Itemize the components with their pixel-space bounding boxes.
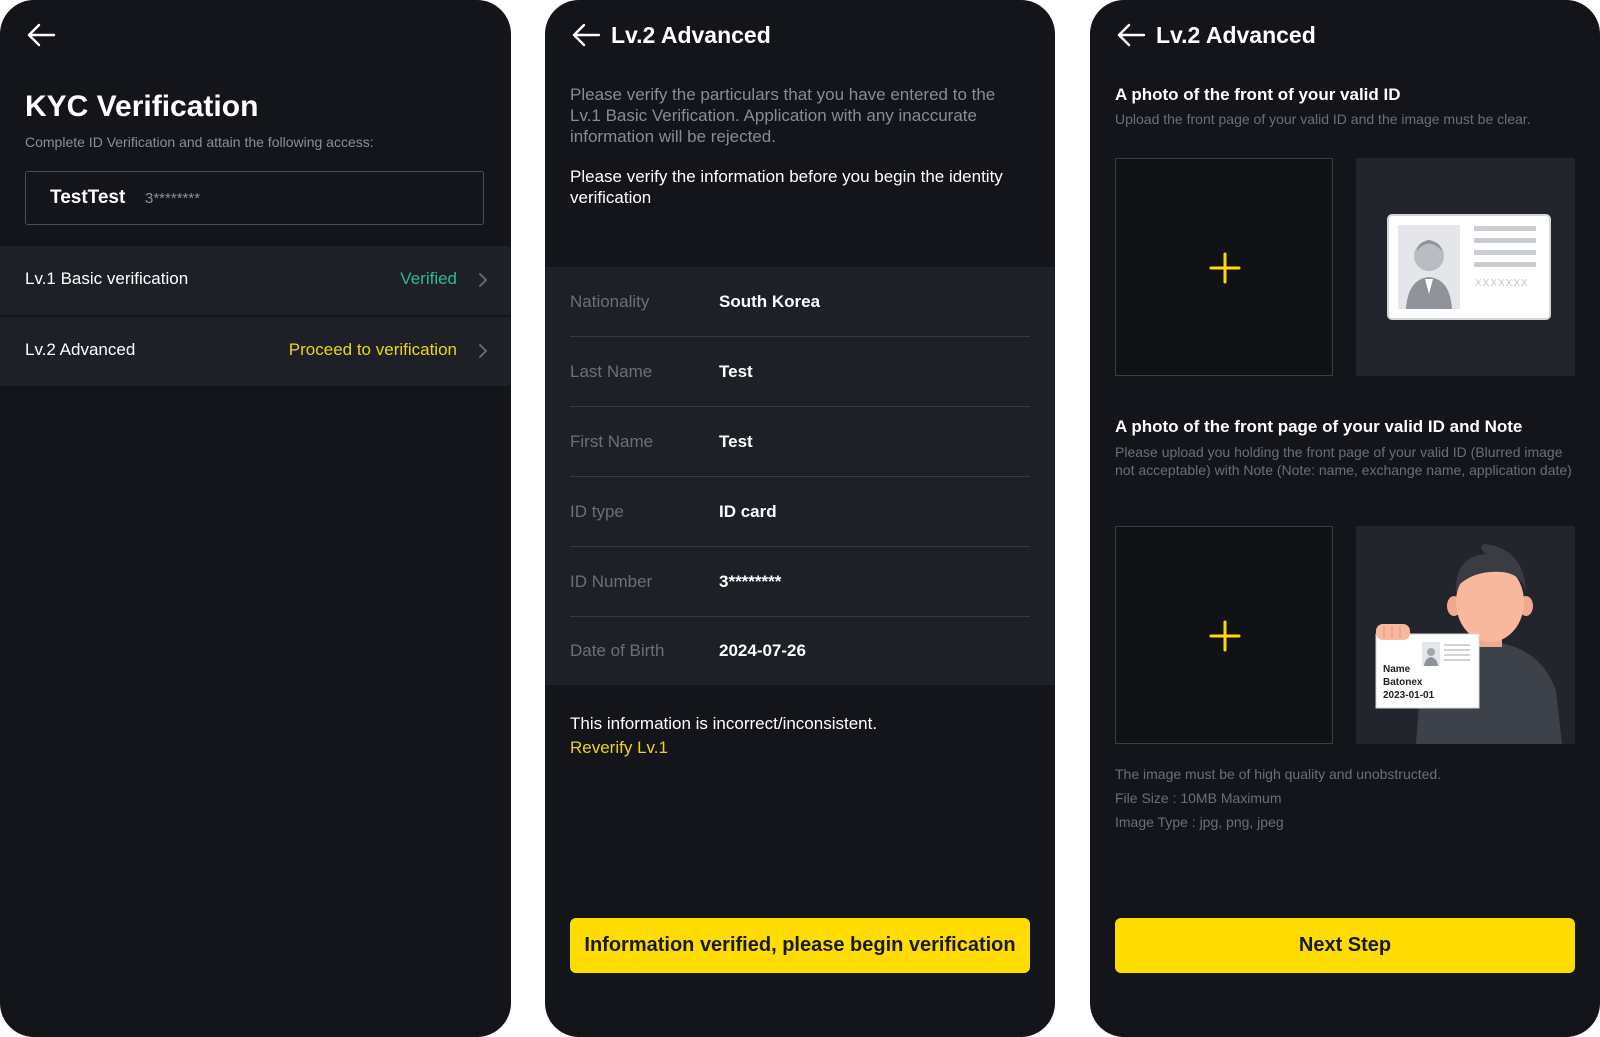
field-label: Nationality — [570, 292, 650, 311]
instruction-text: Please verify the information before you… — [570, 167, 1003, 207]
level2-status: Proceed to verification — [288, 340, 457, 359]
field-value: 3******** — [719, 572, 782, 591]
id-card-illustration: XXXXXXX — [1387, 214, 1551, 320]
upload-id-front-box[interactable] — [1115, 158, 1333, 376]
back-arrow-icon[interactable] — [571, 22, 601, 48]
person-holding-id-illustration: Name Batonex 2023-01-01 — [1375, 544, 1562, 744]
plus-icon — [1209, 620, 1241, 652]
level1-row[interactable]: Lv.1 Basic verification Verified — [0, 246, 511, 315]
kyc-screen: KYC Verification Complete ID Verificatio… — [0, 0, 511, 1037]
page-title: KYC Verification — [25, 90, 259, 123]
requirement-quality: The image must be of high quality and un… — [1115, 766, 1442, 782]
incorrect-info-text: This information is incorrect/inconsiste… — [570, 714, 878, 733]
chevron-right-icon — [479, 273, 488, 287]
field-value: ID card — [719, 502, 777, 521]
field-value: 2024-07-26 — [719, 641, 806, 660]
level1-status: Verified — [400, 269, 457, 288]
lv2-confirm-screen: Lv.2 Advanced Please verify the particul… — [545, 0, 1055, 1037]
back-arrow-icon[interactable] — [26, 22, 56, 48]
field-value: South Korea — [719, 292, 821, 311]
sample-id-number: XXXXXXX — [1475, 278, 1529, 289]
level2-label: Lv.2 Advanced — [25, 340, 136, 359]
back-arrow-icon[interactable] — [1116, 22, 1146, 48]
next-step-button[interactable]: Next Step — [1115, 918, 1575, 973]
info-row-nationality: Nationality South Korea — [570, 267, 1030, 337]
info-row-id-type: ID type ID card — [570, 477, 1030, 547]
field-label: Last Name — [570, 362, 653, 381]
section1-desc: Upload the front page of your valid ID a… — [1115, 111, 1531, 127]
info-row-date-of-birth: Date of Birth 2024-07-26 — [570, 616, 1030, 685]
field-value: Test — [719, 362, 753, 381]
section1-title: A photo of the front of your valid ID — [1115, 85, 1401, 104]
sample-id-image: XXXXXXX — [1356, 158, 1575, 376]
chevron-right-icon — [479, 344, 488, 358]
lv2-upload-screen: Lv.2 Advanced A photo of the front of yo… — [1090, 0, 1600, 1037]
page-subtitle: Complete ID Verification and attain the … — [25, 134, 374, 150]
field-label: ID type — [570, 502, 624, 521]
level1-label: Lv.1 Basic verification — [25, 269, 189, 288]
level2-row[interactable]: Lv.2 Advanced Proceed to verification — [0, 317, 511, 386]
upload-id-with-note-box[interactable] — [1115, 526, 1333, 744]
user-id-masked: 3******** — [145, 190, 201, 207]
info-row-first-name: First Name Test — [570, 407, 1030, 477]
info-panel: Nationality South Korea Last Name Test F… — [545, 267, 1055, 685]
user-name: TestTest — [50, 187, 126, 208]
sample-holding-id-image: Name Batonex 2023-01-01 — [1356, 526, 1575, 744]
note-date: 2023-01-01 — [1383, 690, 1435, 701]
plus-icon — [1209, 252, 1241, 284]
intro-text: Please verify the particulars that you h… — [570, 85, 996, 146]
page-title: Lv.2 Advanced — [611, 22, 771, 48]
begin-verification-button[interactable]: Information verified, please begin verif… — [570, 918, 1030, 973]
requirement-image-type: Image Type : jpg, png, jpeg — [1115, 814, 1284, 830]
info-row-last-name: Last Name Test — [570, 337, 1030, 407]
user-identity-box: TestTest 3******** — [25, 171, 484, 225]
field-label: Date of Birth — [570, 641, 665, 660]
page-title: Lv.2 Advanced — [1156, 22, 1316, 48]
note-name-label: Name — [1383, 664, 1411, 675]
section2-desc: Please upload you holding the front page… — [1115, 444, 1572, 478]
section2-title: A photo of the front page of your valid … — [1115, 417, 1523, 436]
reverify-link[interactable]: Reverify Lv.1 — [570, 738, 668, 758]
requirement-file-size: File Size : 10MB Maximum — [1115, 790, 1282, 806]
field-label: ID Number — [570, 572, 653, 591]
info-row-id-number: ID Number 3******** — [570, 547, 1030, 617]
field-label: First Name — [570, 432, 654, 451]
field-value: Test — [719, 432, 753, 451]
note-exchange-name: Batonex — [1383, 677, 1423, 688]
